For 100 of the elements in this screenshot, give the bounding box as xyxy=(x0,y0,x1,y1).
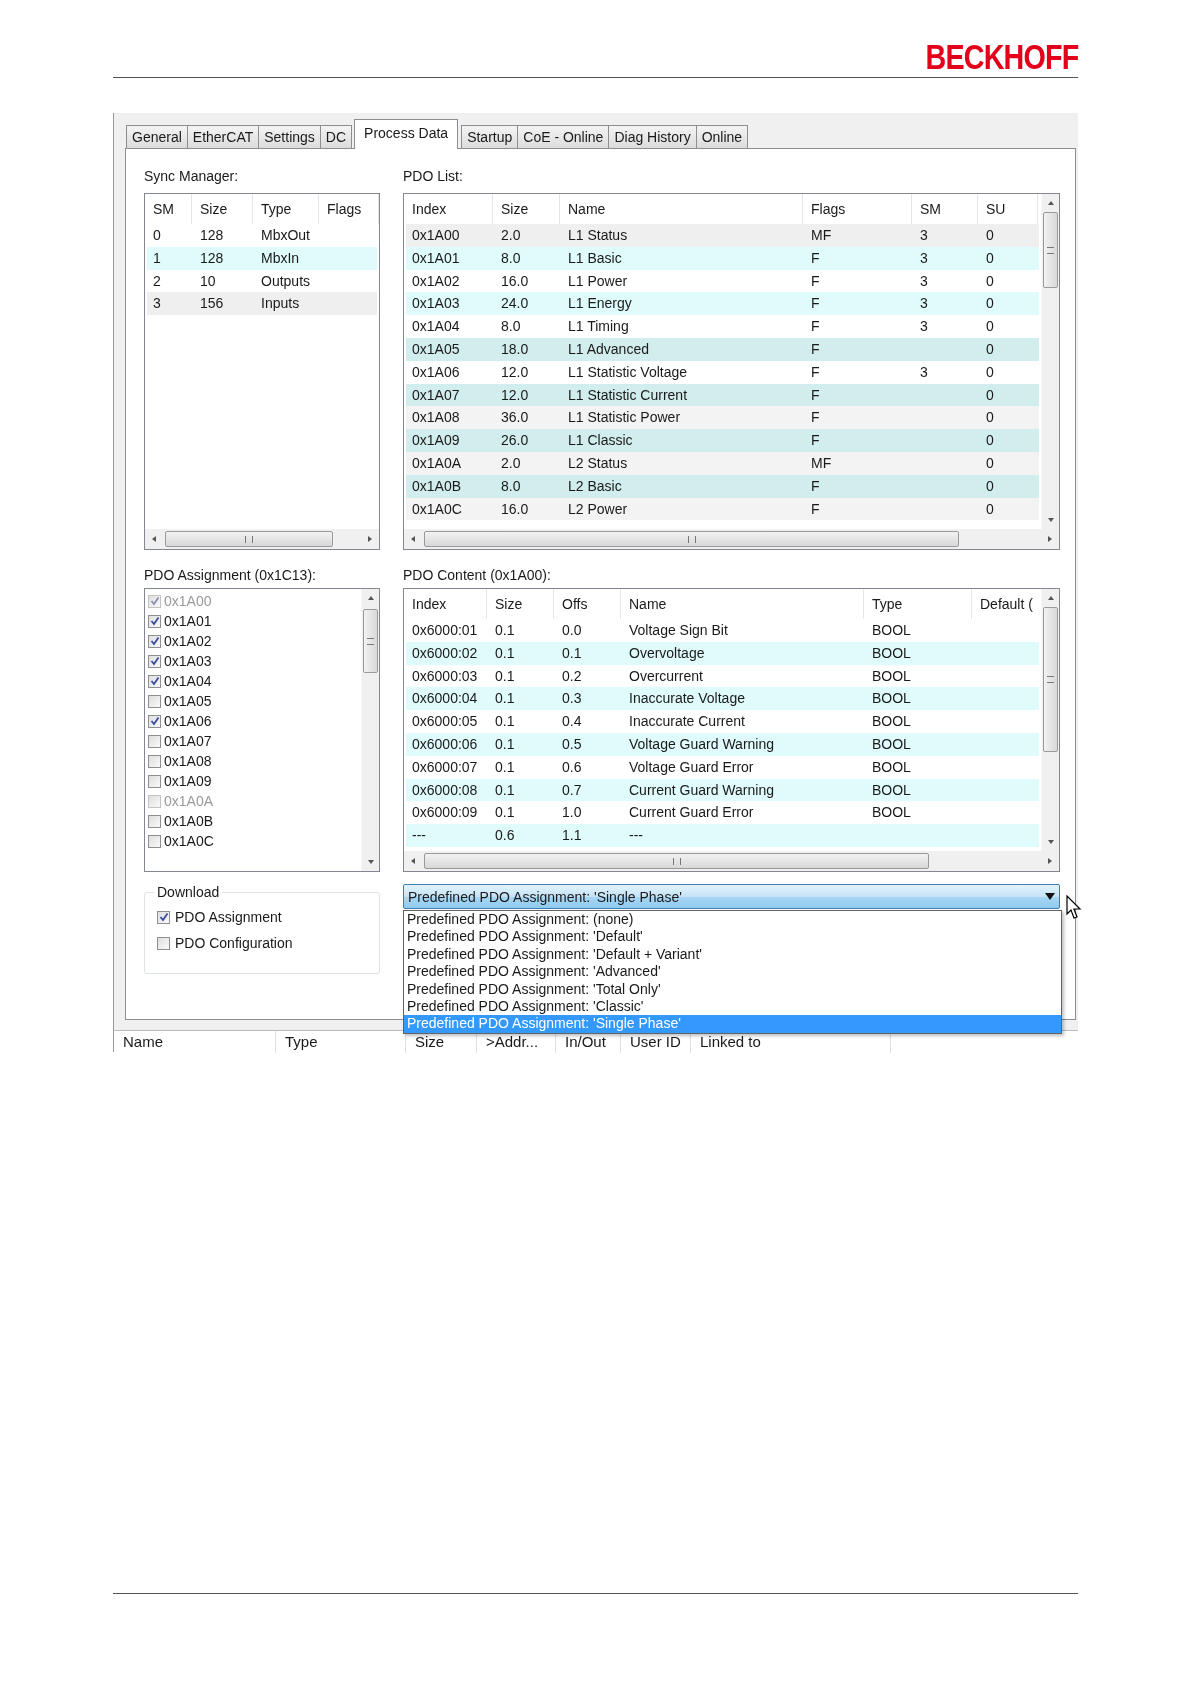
tab[interactable]: Startup xyxy=(461,125,519,148)
table-row[interactable]: 0x1A03 24.0 L1 Energy F 3 0 xyxy=(406,292,1039,316)
table-row[interactable]: 0x1A0A 2.0 L2 Status MF 0 xyxy=(406,451,1039,475)
checkbox-label[interactable]: 0x1A03 xyxy=(164,653,212,669)
table-cell-text: Current Guard Error xyxy=(628,803,755,823)
dropdown-option[interactable]: Predefined PDO Assignment: (none) xyxy=(404,911,1061,929)
table-cell-text: 0 xyxy=(985,476,995,496)
checkbox-label[interactable]: 0x1A04 xyxy=(164,673,212,689)
table-row[interactable]: 0x1A05 18.0 L1 Advanced F 0 xyxy=(406,338,1039,361)
scrollbar[interactable] xyxy=(404,851,1059,871)
checkbox-label[interactable]: 0x1A01 xyxy=(164,613,212,629)
table-cell-text: 0x1A0A xyxy=(411,453,463,473)
checkbox-label[interactable]: 0x1A02 xyxy=(164,633,212,649)
table-cell-text: 0x1A05 xyxy=(411,340,461,359)
table-cell-text: F xyxy=(810,499,821,519)
table-row[interactable]: 0x1A08 36.0 L1 Statistic Power F 0 xyxy=(406,406,1039,430)
tab[interactable]: Online xyxy=(695,125,749,148)
table-row[interactable]: 0x1A0C 16.0 L2 Power F 0 xyxy=(406,497,1039,521)
table-cell-text: L1 Power xyxy=(567,271,629,291)
checkbox[interactable] xyxy=(148,694,161,708)
dropdown-option[interactable]: Predefined PDO Assignment: 'Advanced' xyxy=(404,963,1061,981)
checkbox-label[interactable]: 0x1A0B xyxy=(164,813,214,829)
table-cell-text: Voltage Guard Error xyxy=(628,757,755,777)
tab[interactable]: DC xyxy=(319,125,353,148)
table-cell-text: 8.0 xyxy=(500,476,522,496)
checkbox-label[interactable]: 0x1A0C xyxy=(164,833,214,849)
table-row[interactable]: 0x6000:06 0.1 0.5 Voltage Guard Warning BOOL xyxy=(406,733,1039,756)
section-label: PDO Content (0x1A00): xyxy=(403,566,552,585)
checkbox[interactable] xyxy=(157,936,170,950)
table-cell-text: BOOL xyxy=(871,712,912,732)
table-cell-text: 18.0 xyxy=(500,340,530,359)
table-cell-text: 0 xyxy=(985,499,995,519)
checkbox-label[interactable]: 0x1A05 xyxy=(164,693,212,709)
table-cell-text: BOOL xyxy=(871,643,912,663)
tab[interactable]: General xyxy=(126,125,188,148)
table-row[interactable]: 0x1A0B 8.0 L2 Basic F 0 xyxy=(406,474,1039,498)
scrollbar[interactable] xyxy=(404,529,1059,549)
table-cell-text: 0x1A07 xyxy=(411,385,461,405)
table-cell-text: L2 Power xyxy=(567,499,629,519)
checkbox[interactable] xyxy=(148,674,161,688)
table-row[interactable]: --- 0.6 1.1 --- xyxy=(406,824,1039,847)
scrollbar[interactable] xyxy=(1041,589,1059,851)
preset-dropdown[interactable]: Predefined PDO Assignment: 'Single Phase' xyxy=(403,884,1060,909)
table-cell-text: 0 xyxy=(985,453,995,473)
table-cell-text: F xyxy=(810,476,821,496)
table-cell-text: 2 xyxy=(152,271,162,291)
checkbox[interactable] xyxy=(148,614,161,628)
table-cell-text: 26.0 xyxy=(500,431,530,451)
checkbox-label[interactable]: PDO Assignment xyxy=(175,909,282,925)
table-cell-text: 0x1A02 xyxy=(411,271,461,291)
checkbox-label[interactable]: 0x1A07 xyxy=(164,733,212,749)
dropdown-option[interactable]: Predefined PDO Assignment: 'Default' xyxy=(404,928,1061,946)
tab[interactable]: EtherCAT xyxy=(186,125,260,148)
checkbox-label[interactable]: PDO Configuration xyxy=(175,935,293,951)
table-cell-text: 0x1A09 xyxy=(411,431,461,451)
table-cell-text: MF xyxy=(810,226,833,245)
checkbox-label[interactable]: 0x1A06 xyxy=(164,713,212,729)
scrollbar[interactable] xyxy=(145,529,379,549)
table-row[interactable]: 3 156 Inputs xyxy=(147,292,377,316)
section-label: PDO Assignment (0x1C13): xyxy=(144,566,317,585)
table-cell-text: 0x1A03 xyxy=(411,294,461,314)
checkbox[interactable] xyxy=(148,654,161,668)
column-header[interactable]: Name xyxy=(114,1031,276,1053)
table-row[interactable]: 0x1A01 8.0 L1 Basic F 3 0 xyxy=(406,246,1039,270)
table-row[interactable]: 1 128 MbxIn xyxy=(147,246,377,270)
table-row[interactable]: 0x6000:08 0.1 0.7 Current Guard Warning BOOL xyxy=(406,778,1039,802)
table-cell-text: 0.1 xyxy=(494,643,516,663)
tab[interactable]: Diag History xyxy=(608,125,697,148)
checkbox[interactable] xyxy=(148,714,161,728)
table-cell-text: F xyxy=(810,340,821,359)
table-cell-text: 128 xyxy=(199,226,225,245)
table-row[interactable]: 0x1A09 26.0 L1 Classic F 0 xyxy=(406,429,1039,452)
tab[interactable]: Settings xyxy=(258,125,321,148)
checkbox[interactable] xyxy=(148,774,161,788)
table-cell-text: F xyxy=(810,385,821,405)
table-cell-text: Voltage Sign Bit xyxy=(628,621,729,640)
dropdown-option[interactable]: Predefined PDO Assignment: 'Total Only' xyxy=(404,980,1061,998)
table-cell-text: F xyxy=(810,408,821,428)
checkbox-label[interactable]: 0x1A08 xyxy=(164,753,212,769)
group-title: Download xyxy=(156,884,221,900)
table-row[interactable]: 0x6000:02 0.1 0.1 Overvoltage BOOL xyxy=(406,641,1039,665)
scrollbar[interactable] xyxy=(361,589,379,871)
table-cell-text: MF xyxy=(810,453,833,473)
table-row[interactable]: 0x1A07 12.0 L1 Statistic Current F 0 xyxy=(406,383,1039,407)
tab[interactable]: CoE - Online xyxy=(517,125,610,148)
table-cell-text: F xyxy=(810,431,821,451)
checkbox[interactable] xyxy=(148,754,161,768)
dropdown-option[interactable]: Predefined PDO Assignment: 'Default + Variant' xyxy=(404,945,1061,964)
table-row[interactable]: 0x1A00 2.0 L1 Status MF 3 0 xyxy=(406,224,1039,247)
checkbox[interactable] xyxy=(157,910,170,924)
checkbox-label[interactable]: 0x1A09 xyxy=(164,773,212,789)
tab[interactable]: Process Data xyxy=(354,119,459,149)
dropdown-option[interactable]: Predefined PDO Assignment: 'Classic' xyxy=(404,997,1061,1016)
table-row[interactable]: 0x6000:04 0.1 0.3 Inaccurate Voltage BOOL xyxy=(406,687,1039,711)
checkbox[interactable] xyxy=(148,814,161,828)
checkbox[interactable] xyxy=(148,734,161,748)
checkbox[interactable] xyxy=(148,634,161,648)
scrollbar[interactable] xyxy=(1041,194,1059,529)
checkbox[interactable] xyxy=(148,834,161,848)
table-cell-text: 0x1A01 xyxy=(411,248,461,268)
